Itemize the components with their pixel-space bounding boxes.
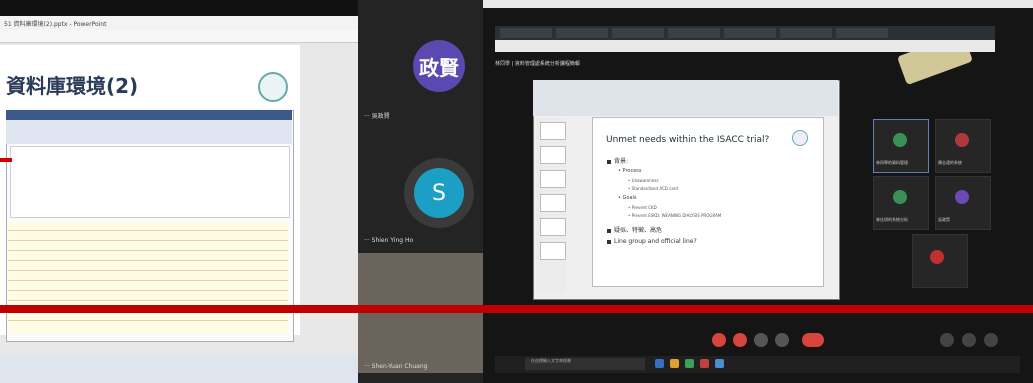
participant-name: ··· 吳政賢	[364, 113, 390, 120]
bullet-level3: • Prevent CKD	[628, 205, 657, 210]
browser-tab[interactable]	[780, 28, 832, 38]
powerpoint-titlebar: 51 資料庫環境(2).pptx - PowerPoint	[0, 16, 358, 30]
grid-row	[8, 270, 288, 271]
taskbar-search[interactable]: 在這裡輸入文字來搜尋	[525, 358, 645, 370]
grid-row	[8, 250, 288, 251]
participant-avatar-icon	[955, 190, 969, 204]
camera-icon[interactable]	[733, 333, 747, 347]
taskbar-app-icon[interactable]	[715, 359, 724, 368]
bullet-level1: 疑似、特徵、高危	[607, 225, 662, 234]
slide-logo-icon	[792, 130, 808, 146]
slide-thumbnail[interactable]	[540, 170, 566, 188]
browser-address-bar[interactable]	[495, 40, 995, 52]
browser-tab[interactable]	[556, 28, 608, 38]
participant-avatar-icon	[930, 250, 944, 264]
bullet-text: Prevent ESKD: WEANING DIALYSIS PROGRAM	[631, 213, 722, 218]
grid-row	[8, 230, 288, 231]
grid-row	[8, 320, 288, 321]
slide-ruler	[0, 30, 358, 43]
browser-tab[interactable]	[724, 28, 776, 38]
bullet-text: Standardized ACD card	[631, 186, 678, 191]
browser-tab[interactable]	[500, 28, 552, 38]
red-marker	[0, 158, 12, 162]
participant-name-text: 吳政賢	[371, 113, 390, 120]
slide-title: 資料庫環境(2)	[6, 74, 139, 98]
bullet-level3: • Standardized ACD card	[628, 186, 678, 191]
browser-tab[interactable]	[612, 28, 664, 38]
taskbar-app-icon[interactable]	[670, 359, 679, 368]
settings-icon[interactable]	[940, 333, 954, 347]
taskbar-app-icon[interactable]	[685, 359, 694, 368]
participant-name: ··· Shen-Yuan Chuang	[364, 363, 428, 370]
slide-thumbnail[interactable]	[540, 194, 566, 212]
bullet-level1: Line group and official line?	[607, 238, 697, 245]
participant-name: ··· Shien Ying Ho	[364, 237, 414, 244]
grid-row	[8, 260, 288, 261]
bullet-text: Process	[622, 168, 642, 174]
more-icon[interactable]	[984, 333, 998, 347]
participant-name-text: Shen-Yuan Chuang	[371, 363, 428, 370]
embedded-query-editor	[10, 146, 290, 218]
embedded-titlebar	[6, 110, 292, 120]
slide-thumbnail[interactable]	[540, 218, 566, 236]
right-top-strip	[483, 0, 1033, 8]
bullet-text: Prevent CKD	[631, 205, 657, 210]
grid-row	[8, 300, 288, 301]
bullet-text: 疑似、特徵、高危	[614, 227, 663, 234]
window-title: 51 資料庫環境(2).pptx - PowerPoint	[4, 21, 107, 28]
participant-name: 吳政賢	[938, 217, 950, 222]
bullet-level2: • Goals	[618, 195, 637, 201]
participant-name-text: Shien Ying Ho	[371, 237, 414, 244]
left-top-bar	[0, 0, 358, 16]
browser-tab[interactable]	[668, 28, 720, 38]
bullet-text: Line group and official line?	[614, 238, 697, 245]
participant-avatar-icon	[955, 133, 969, 147]
share-icon[interactable]	[754, 333, 768, 347]
embedded-results-grid	[8, 222, 288, 334]
chat-icon[interactable]	[775, 333, 789, 347]
browser-tab[interactable]	[836, 28, 888, 38]
mic-icon[interactable]	[712, 333, 726, 347]
participant-camera-video[interactable]	[358, 253, 483, 373]
participant-avatar-icon	[893, 133, 907, 147]
participant-avatar-icon	[893, 190, 907, 204]
red-overlay-bar	[0, 305, 1033, 313]
participant-name: 陳志遠的系統	[938, 160, 962, 165]
slide-title: Unmet needs within the ISACC trial?	[606, 135, 770, 145]
people-icon[interactable]	[962, 333, 976, 347]
left-taskbar	[0, 355, 358, 383]
university-logo-icon	[258, 72, 288, 102]
bullet-level2: • Process	[618, 168, 642, 174]
embedded-toolbar	[6, 120, 292, 144]
grid-row	[8, 290, 288, 291]
powerpoint-ribbon[interactable]	[533, 80, 838, 116]
participant-avatar[interactable]: 政賢	[413, 40, 465, 92]
participant-avatar[interactable]: S	[414, 168, 464, 218]
grid-row	[8, 280, 288, 281]
participant-name: 林同學的資料管理	[876, 160, 908, 165]
bullet-level1: 背景:	[607, 156, 628, 165]
taskbar-app-icon[interactable]	[700, 359, 709, 368]
grid-row	[8, 240, 288, 241]
taskbar-app-icon[interactable]	[655, 359, 664, 368]
bullet-level3: • Unawareness	[628, 178, 659, 183]
slide-thumbnail[interactable]	[540, 122, 566, 140]
participant-name: 林佳琪的系統分析	[876, 217, 908, 222]
meeting-header: 林同學 | 資料管理處系統分析課程簡報	[495, 61, 580, 67]
slide-thumbnail[interactable]	[540, 146, 566, 164]
bullet-level3: • Prevent ESKD: WEANING DIALYSIS PROGRAM	[628, 213, 722, 218]
bullet-text: Unawareness	[631, 178, 659, 183]
bullet-text: 背景:	[614, 158, 629, 165]
slide-thumbnail[interactable]	[540, 242, 566, 260]
hangup-button[interactable]	[802, 333, 824, 347]
bullet-text: Goals	[622, 195, 637, 201]
